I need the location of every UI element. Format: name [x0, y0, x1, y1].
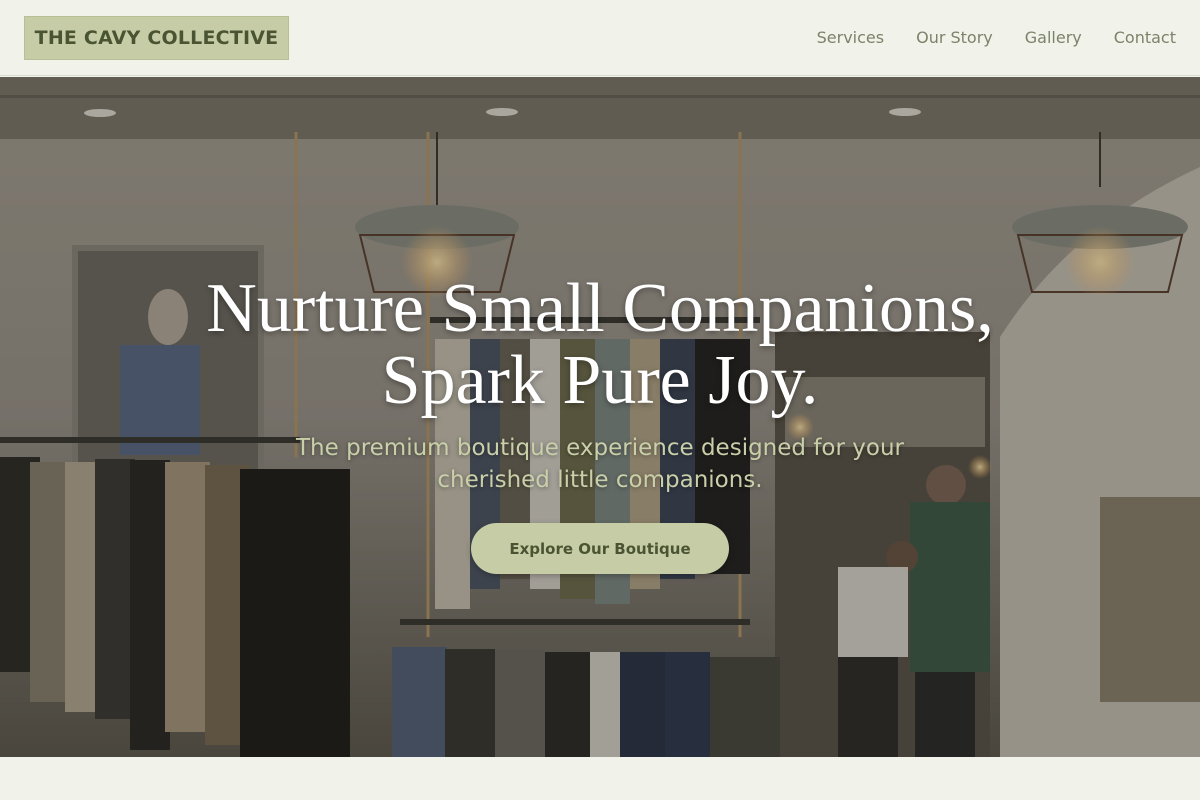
explore-boutique-button[interactable]: Explore Our Boutique	[471, 523, 729, 574]
nav-link-services[interactable]: Services	[817, 28, 884, 48]
hero-title: Nurture Small Companions, Spark Pure Joy…	[100, 273, 1100, 417]
nav-link-gallery[interactable]: Gallery	[1025, 28, 1082, 48]
next-section-edge	[0, 757, 1200, 800]
hero-title-line-1: Nurture Small Companions,	[206, 270, 994, 347]
main-nav: Services Our Story Gallery Contact	[817, 28, 1176, 48]
hero-content: Nurture Small Companions, Spark Pure Joy…	[0, 77, 1200, 757]
nav-link-our-story[interactable]: Our Story	[916, 28, 993, 48]
site-header: THE CAVY COLLECTIVE Services Our Story G…	[0, 0, 1200, 76]
hero-section: Nurture Small Companions, Spark Pure Joy…	[0, 77, 1200, 757]
nav-link-contact[interactable]: Contact	[1114, 28, 1176, 48]
hero-subtitle: The premium boutique experience designed…	[296, 435, 904, 493]
hero-title-line-2: Spark Pure Joy.	[381, 342, 819, 419]
brand-logo[interactable]: THE CAVY COLLECTIVE	[24, 16, 289, 60]
